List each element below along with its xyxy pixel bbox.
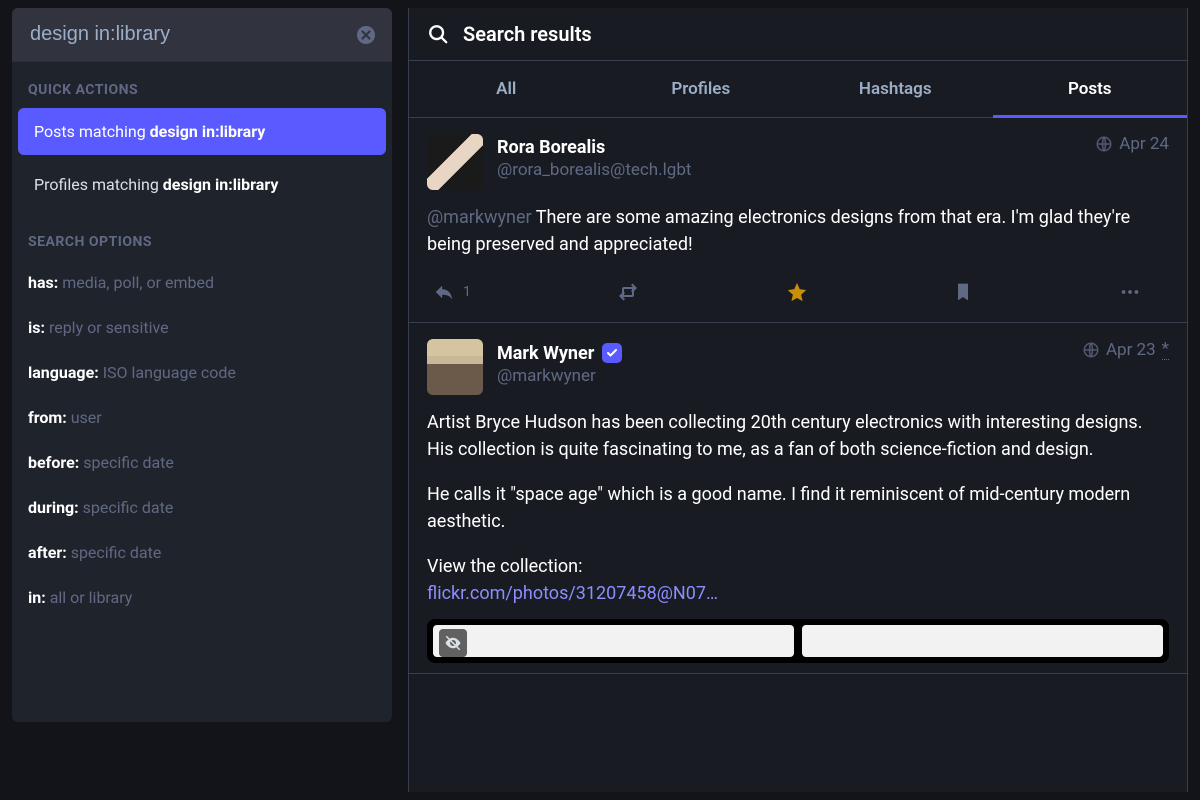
post-body: Artist Bryce Hudson has been collecting …	[427, 409, 1169, 607]
display-name[interactable]: Rora Borealis	[497, 137, 605, 158]
quick-actions-label: QUICK ACTIONS	[12, 62, 392, 108]
post[interactable]: Mark Wyner Apr 23 * @markwyner	[409, 323, 1187, 674]
post-timestamp[interactable]: Apr 23 *	[1082, 339, 1169, 360]
search-option-from[interactable]: from: user	[12, 395, 392, 440]
page-title: Search results	[463, 22, 592, 46]
results-header: Search results	[409, 8, 1187, 61]
search-sidebar: QUICK ACTIONS Posts matching design in:l…	[12, 8, 392, 722]
globe-icon	[1082, 341, 1100, 359]
search-option-during[interactable]: during: specific date	[12, 485, 392, 530]
qa-prefix: Profiles matching	[34, 175, 163, 194]
avatar[interactable]	[427, 339, 483, 395]
edited-marker: *	[1162, 339, 1169, 360]
clear-search-button[interactable]	[356, 25, 376, 45]
mention[interactable]: @markwyner	[427, 207, 532, 228]
media-thumbnail[interactable]	[802, 625, 1163, 657]
search-options-label: SEARCH OPTIONS	[12, 214, 392, 260]
clear-icon	[356, 25, 376, 45]
quick-action-profiles[interactable]: Profiles matching design in:library	[18, 161, 386, 208]
search-input[interactable]	[28, 22, 356, 47]
results-column: Search results All Profiles Hashtags Pos…	[408, 8, 1188, 792]
search-field-container	[12, 8, 392, 62]
reply-count: 1	[463, 284, 471, 300]
search-option-before[interactable]: before: specific date	[12, 440, 392, 485]
globe-icon	[1095, 135, 1113, 153]
boost-button[interactable]	[616, 280, 640, 304]
bookmark-button[interactable]	[953, 281, 973, 303]
media-thumbnail[interactable]	[433, 625, 794, 657]
tab-profiles[interactable]: Profiles	[604, 61, 799, 117]
avatar[interactable]	[427, 134, 483, 190]
ellipsis-icon	[1119, 281, 1141, 303]
qa-query: design in:library	[163, 175, 279, 194]
handle[interactable]: @markwyner	[497, 366, 1169, 386]
quick-action-posts[interactable]: Posts matching design in:library	[18, 108, 386, 155]
reply-button[interactable]: 1	[433, 281, 471, 303]
external-link[interactable]: flickr.com/photos/31207458@N07…	[427, 583, 718, 604]
post-actions: 1	[427, 270, 1147, 312]
search-option-after[interactable]: after: specific date	[12, 530, 392, 575]
result-tabs: All Profiles Hashtags Posts	[409, 61, 1187, 118]
more-button[interactable]	[1119, 281, 1141, 303]
check-icon	[606, 347, 618, 359]
search-option-is[interactable]: is: reply or sensitive	[12, 305, 392, 350]
toggle-media-visibility[interactable]	[439, 629, 467, 657]
bookmark-icon	[953, 281, 973, 303]
search-option-language[interactable]: language: ISO language code	[12, 350, 392, 395]
tab-hashtags[interactable]: Hashtags	[798, 61, 993, 117]
display-name[interactable]: Mark Wyner	[497, 343, 594, 364]
handle[interactable]: @rora_borealis@tech.lgbt	[497, 160, 1169, 180]
verified-badge	[602, 343, 622, 363]
tab-all[interactable]: All	[409, 61, 604, 117]
media-gallery[interactable]	[427, 619, 1169, 663]
qa-prefix: Posts matching	[34, 122, 150, 141]
eye-slash-icon	[444, 634, 462, 652]
boost-icon	[616, 280, 640, 304]
qa-query: design in:library	[150, 122, 266, 141]
results-feed: Rora Borealis Apr 24 @rora_borealis@tech…	[409, 118, 1187, 792]
tab-posts[interactable]: Posts	[993, 61, 1188, 117]
post[interactable]: Rora Borealis Apr 24 @rora_borealis@tech…	[409, 118, 1187, 323]
post-body: @markwyner There are some amazing electr…	[427, 204, 1169, 258]
search-option-has[interactable]: has: media, poll, or embed	[12, 260, 392, 305]
star-icon	[786, 281, 808, 303]
favorite-button[interactable]	[786, 281, 808, 303]
reply-icon	[433, 281, 455, 303]
search-icon	[427, 23, 449, 45]
post-timestamp[interactable]: Apr 24	[1095, 134, 1169, 154]
search-option-in[interactable]: in: all or library	[12, 575, 392, 620]
